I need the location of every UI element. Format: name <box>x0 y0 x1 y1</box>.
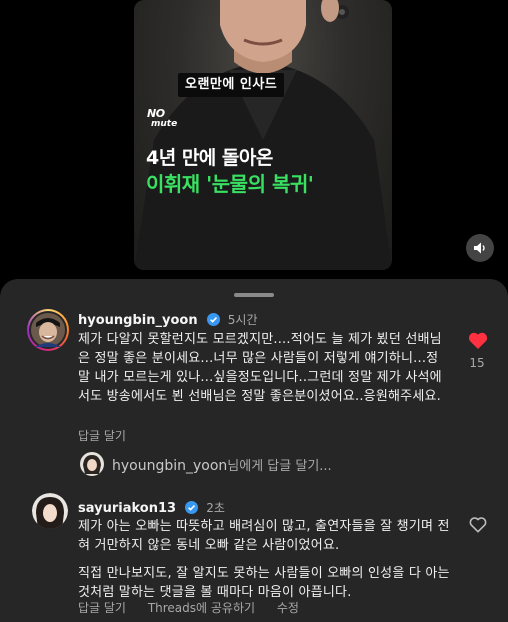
comment-username[interactable]: hyoungbin_yoon <box>78 313 198 328</box>
user-avatar-image <box>31 313 65 347</box>
video-headline-line1: 4년 만에 돌아온 <box>146 147 273 169</box>
sound-toggle-button[interactable] <box>466 234 494 262</box>
verified-badge-icon <box>206 313 220 326</box>
comment-text: 제가 다알지 못할런지도 모르겠지만....적어도 늘 제가 뵜던 선배님은 정… <box>78 332 442 404</box>
reply-input[interactable]: hyoungbin_yoon님에게 답글 달기... <box>80 452 332 476</box>
reply-button[interactable]: 답글 달기 <box>78 601 126 615</box>
heart-outline-icon[interactable] <box>469 517 487 533</box>
comment-actions: 답글 달기 Threads에 공유하기 수정 <box>78 599 317 616</box>
reply-target-username: hyoungbin_yoon <box>112 457 228 474</box>
logo-line2: mute <box>151 119 178 129</box>
verified-badge-icon <box>185 501 199 514</box>
avatar[interactable] <box>27 309 69 351</box>
logo-line1: NO <box>147 107 165 120</box>
edit-button[interactable]: 수정 <box>277 601 299 615</box>
video-person-image <box>134 0 392 270</box>
comment-paragraph: 제가 아는 오빠는 따뜻하고 배려심이 많고, 출연자들을 잘 챙기며 전혀 거… <box>78 519 450 553</box>
comment-username[interactable]: sayuriakon13 <box>78 501 176 516</box>
own-avatar <box>80 452 104 476</box>
reply-placeholder[interactable]: hyoungbin_yoon님에게 답글 달기... <box>112 455 332 474</box>
sheet-drag-handle[interactable] <box>234 293 274 297</box>
comment-time: 5시간 <box>227 313 258 327</box>
video-caption-box: 오랜만에 인사드 <box>178 73 285 97</box>
comment-time: 2초 <box>206 501 225 515</box>
speaker-icon <box>474 242 485 254</box>
comment-header: sayuriakon13 2초 <box>78 497 225 516</box>
avatar[interactable] <box>32 493 68 529</box>
video-headline-line2: 이휘재 '눈물의 복귀' <box>146 172 314 196</box>
comment-paragraph: 직접 만나보지도, 잘 알지도 못하는 사람들이 오빠의 인성을 다 아는 것처… <box>78 566 450 600</box>
comment-actions: 답글 달기 <box>78 427 144 444</box>
user-avatar-image <box>32 493 68 529</box>
reply-placeholder-suffix: 님에게 답글 달기... <box>227 458 332 474</box>
comment-text: 제가 아는 오빠는 따뜻하고 배려심이 많고, 출연자들을 잘 챙기며 전혀 거… <box>78 517 450 602</box>
heart-filled-icon[interactable] <box>468 332 488 350</box>
like-count: 15 <box>469 356 485 370</box>
comment-header: hyoungbin_yoon 5시간 <box>78 309 258 328</box>
reel-video[interactable] <box>134 0 392 270</box>
comments-sheet: hyoungbin_yoon 5시간 제가 다알지 못할런지도 모르겠지만...… <box>0 279 508 622</box>
share-to-threads-button[interactable]: Threads에 공유하기 <box>148 601 255 615</box>
nomute-logo: NO mute <box>147 107 178 129</box>
reply-button[interactable]: 답글 달기 <box>78 429 126 443</box>
